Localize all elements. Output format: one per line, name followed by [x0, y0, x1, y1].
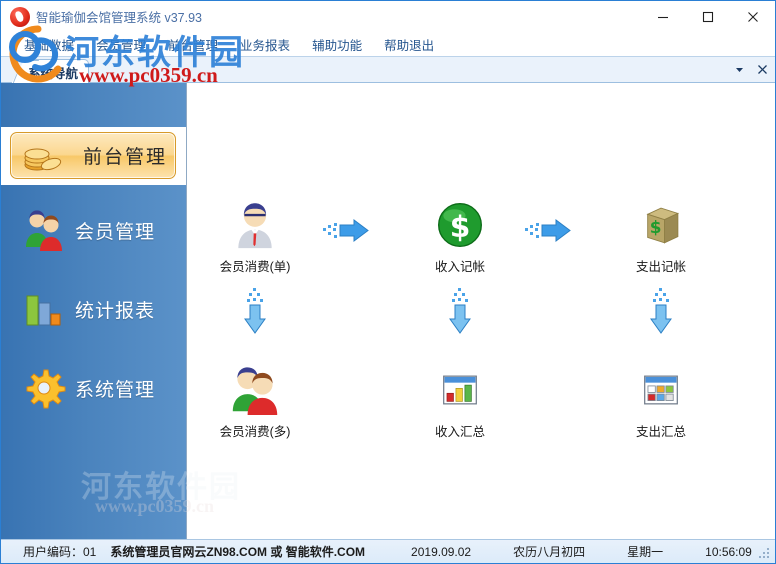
tab-strip: 系统导航 [1, 56, 775, 84]
workflow-node-label: 收入记帐 [434, 260, 485, 274]
arrow-down-icon-2 [445, 286, 475, 340]
workflow-node-label: 会员消费(多) [219, 425, 291, 439]
sidebar-item-label: 系统管理 [75, 379, 156, 401]
sidebar-item-label: 会员管理 [75, 221, 156, 243]
close-icon [747, 11, 758, 22]
members-icon [21, 207, 67, 253]
tab-controls [733, 60, 769, 81]
maximize-button[interactable] [685, 1, 730, 32]
bar-report-icon [404, 362, 516, 418]
sidebar-item-reports[interactable]: 统计报表 [1, 277, 187, 341]
menu-item-help-exit[interactable]: 帮助退出 [373, 33, 445, 56]
arrow-right-icon-2 [523, 216, 587, 246]
body-area: 前台管理 会员管理 统计报表 系统管理 会员消费(单) $ 收入记帐 $ 支出记… [1, 83, 775, 539]
green-dollar-icon: $ [404, 197, 516, 253]
two-persons-icon [199, 362, 311, 418]
svg-text:$: $ [450, 210, 471, 244]
sidebar-item-label: 前台管理 [83, 147, 168, 168]
sidebar-item-label: 统计报表 [75, 300, 156, 322]
content-panel: 会员消费(单) $ 收入记帐 $ 支出记帐 会员消费(多) 收入汇总 支出汇总 [187, 83, 775, 539]
menu-item-basic-data[interactable]: 基础数据 [13, 33, 85, 56]
gear-icon [21, 365, 67, 411]
window-title: 智能瑜伽会馆管理系统 v37.93 [36, 11, 203, 25]
menu-bar: 基础数据 会员管理 前台管理 业务报表 辅助功能 帮助退出 [1, 32, 775, 56]
menu-item-front-desk[interactable]: 前台管理 [157, 33, 229, 56]
status-admin-info: 系统管理员官网云ZN98.COM 或 智能软件.COM [110, 545, 366, 559]
arrow-right-icon-1 [321, 216, 385, 246]
resize-grip-icon[interactable] [759, 548, 771, 560]
barchart-icon [21, 286, 67, 332]
coins-icon [23, 137, 63, 175]
workflow-node-expense-record[interactable]: $ 支出记帐 [605, 197, 717, 275]
workflow-node-label: 支出汇总 [635, 425, 686, 439]
arrow-down-icon-3 [646, 286, 676, 340]
status-user-code: 用户编码：01 [23, 545, 97, 559]
sidebar-item-members[interactable]: 会员管理 [1, 198, 187, 262]
sidebar-item-system[interactable]: 系统管理 [1, 356, 187, 420]
status-date: 2019.09.02 [411, 544, 472, 559]
money-box-icon: $ [605, 197, 717, 253]
title-bar: 智能瑜伽会馆管理系统 v37.93 [1, 1, 775, 32]
menu-item-tools[interactable]: 辅助功能 [301, 33, 373, 56]
maximize-icon [702, 11, 713, 22]
status-weekday: 星期一 [627, 545, 664, 559]
workflow-node-income-summary[interactable]: 收入汇总 [404, 362, 516, 440]
tab-label: 系统导航 [28, 66, 79, 81]
workflow-node-label: 支出记帐 [635, 260, 686, 274]
sidebar: 前台管理 会员管理 统计报表 系统管理 [1, 83, 187, 539]
tab-system-navigation[interactable]: 系统导航 [11, 59, 90, 84]
status-lunar-date: 农历八月初四 [513, 545, 586, 559]
status-time: 10:56:09 [705, 544, 752, 559]
minimize-icon [657, 16, 668, 18]
sidebar-item-front-desk[interactable]: 前台管理 [10, 132, 176, 179]
workflow-diagram: 会员消费(单) $ 收入记帐 $ 支出记帐 会员消费(多) 收入汇总 支出汇总 [187, 83, 775, 539]
menu-item-reports[interactable]: 业务报表 [229, 33, 301, 56]
tab-list-button[interactable] [733, 63, 746, 78]
workflow-node-label: 会员消费(单) [219, 260, 291, 274]
menu-item-members[interactable]: 会员管理 [85, 33, 157, 56]
grid-report-icon [605, 362, 717, 418]
minimize-button[interactable] [640, 1, 685, 32]
status-bar: 用户编码：01 系统管理员官网云ZN98.COM 或 智能软件.COM 2019… [1, 539, 775, 563]
workflow-node-member-consume-multi[interactable]: 会员消费(多) [199, 362, 311, 440]
single-person-icon [199, 197, 311, 253]
workflow-node-label: 收入汇总 [434, 425, 485, 439]
workflow-node-member-consume-single[interactable]: 会员消费(单) [199, 197, 311, 275]
workflow-node-expense-summary[interactable]: 支出汇总 [605, 362, 717, 440]
workflow-node-income-record[interactable]: $ 收入记帐 [404, 197, 516, 275]
close-icon [758, 65, 767, 74]
application-window: 智能瑜伽会馆管理系统 v37.93 基础数据 会员管理 前台管理 业务报表 辅助… [0, 0, 776, 564]
window-controls [640, 1, 775, 32]
tab-close-button[interactable] [756, 63, 769, 78]
chevron-down-icon [736, 68, 743, 72]
close-button[interactable] [730, 1, 775, 32]
app-logo-icon [10, 6, 30, 27]
svg-text:$: $ [650, 217, 662, 237]
arrow-down-icon-1 [240, 286, 270, 340]
